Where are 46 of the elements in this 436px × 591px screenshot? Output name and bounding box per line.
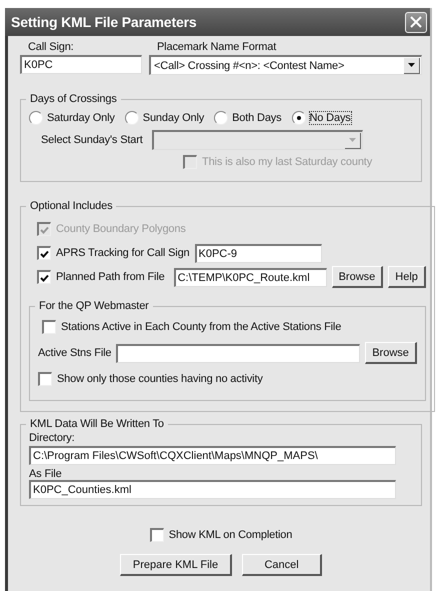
radio-label[interactable]: No Days [310,112,351,124]
radio-label[interactable]: Saturday Only [47,112,115,124]
radio-button[interactable] [292,111,306,125]
check-icon [40,250,49,258]
group-title: KML Data Will Be Written To [29,418,165,430]
checkbox-label[interactable]: Show KML on Completion [168,529,292,541]
field-label: Active Stns File [38,347,112,359]
input-field[interactable]: K0PC_Counties.kml [29,480,396,499]
input-field[interactable] [116,344,360,362]
button[interactable]: Browse [332,266,384,288]
close-icon [410,16,422,28]
radio-button[interactable] [124,111,139,125]
radio-button[interactable] [214,111,228,125]
button[interactable]: Help [388,266,426,288]
group-title: Optional Includes [29,200,114,212]
input-field[interactable]: K0PC-9 [194,244,322,262]
dropdown[interactable]: <Call> Crossing #<n>: <Contest Name> [149,55,422,75]
field-label: Placemark Name Format [156,41,278,55]
input-field[interactable]: C:\TEMP\K0PC_Route.kml [174,268,327,286]
checkbox-label[interactable]: Show only those counties having no activity [57,373,263,385]
button[interactable]: Prepare KML File [120,554,232,576]
group-title: For the QP Webmaster [38,300,150,312]
field-label: As File [29,468,63,480]
checkbox[interactable] [150,528,164,542]
browse-button[interactable]: Browse [365,342,417,364]
checkbox-label[interactable]: Planned Path from File [56,271,165,283]
field-label: Directory: [29,432,76,444]
check-icon [40,226,49,234]
input-field[interactable]: K0PC [20,55,142,74]
button[interactable]: Cancel [242,554,322,576]
checkbox[interactable] [37,270,51,284]
field-label: Call Sign: [27,41,75,55]
checkbox[interactable] [42,320,56,334]
checkbox-label[interactable]: Stations Active in Each County from the Active Stations File [61,321,342,333]
close-button[interactable] [405,12,427,32]
radio-label[interactable]: Sunday Only [142,112,204,124]
radio-button[interactable] [29,111,43,125]
input-field[interactable]: C:\Program Files\CWSoft\CQXClient\Maps\MNQP_MAPS\ [29,446,396,465]
check-icon [40,274,49,282]
checkbox[interactable] [38,372,52,386]
checkbox[interactable] [37,246,51,260]
radio-label[interactable]: Both Days [232,112,282,124]
window-title: Setting KML File Parameters [11,14,197,30]
group-title: Days of Crossings [29,93,118,105]
checkbox-label[interactable]: APRS Tracking for Call Sign [56,247,190,259]
field-label: Select Sunday's Start [41,134,143,146]
